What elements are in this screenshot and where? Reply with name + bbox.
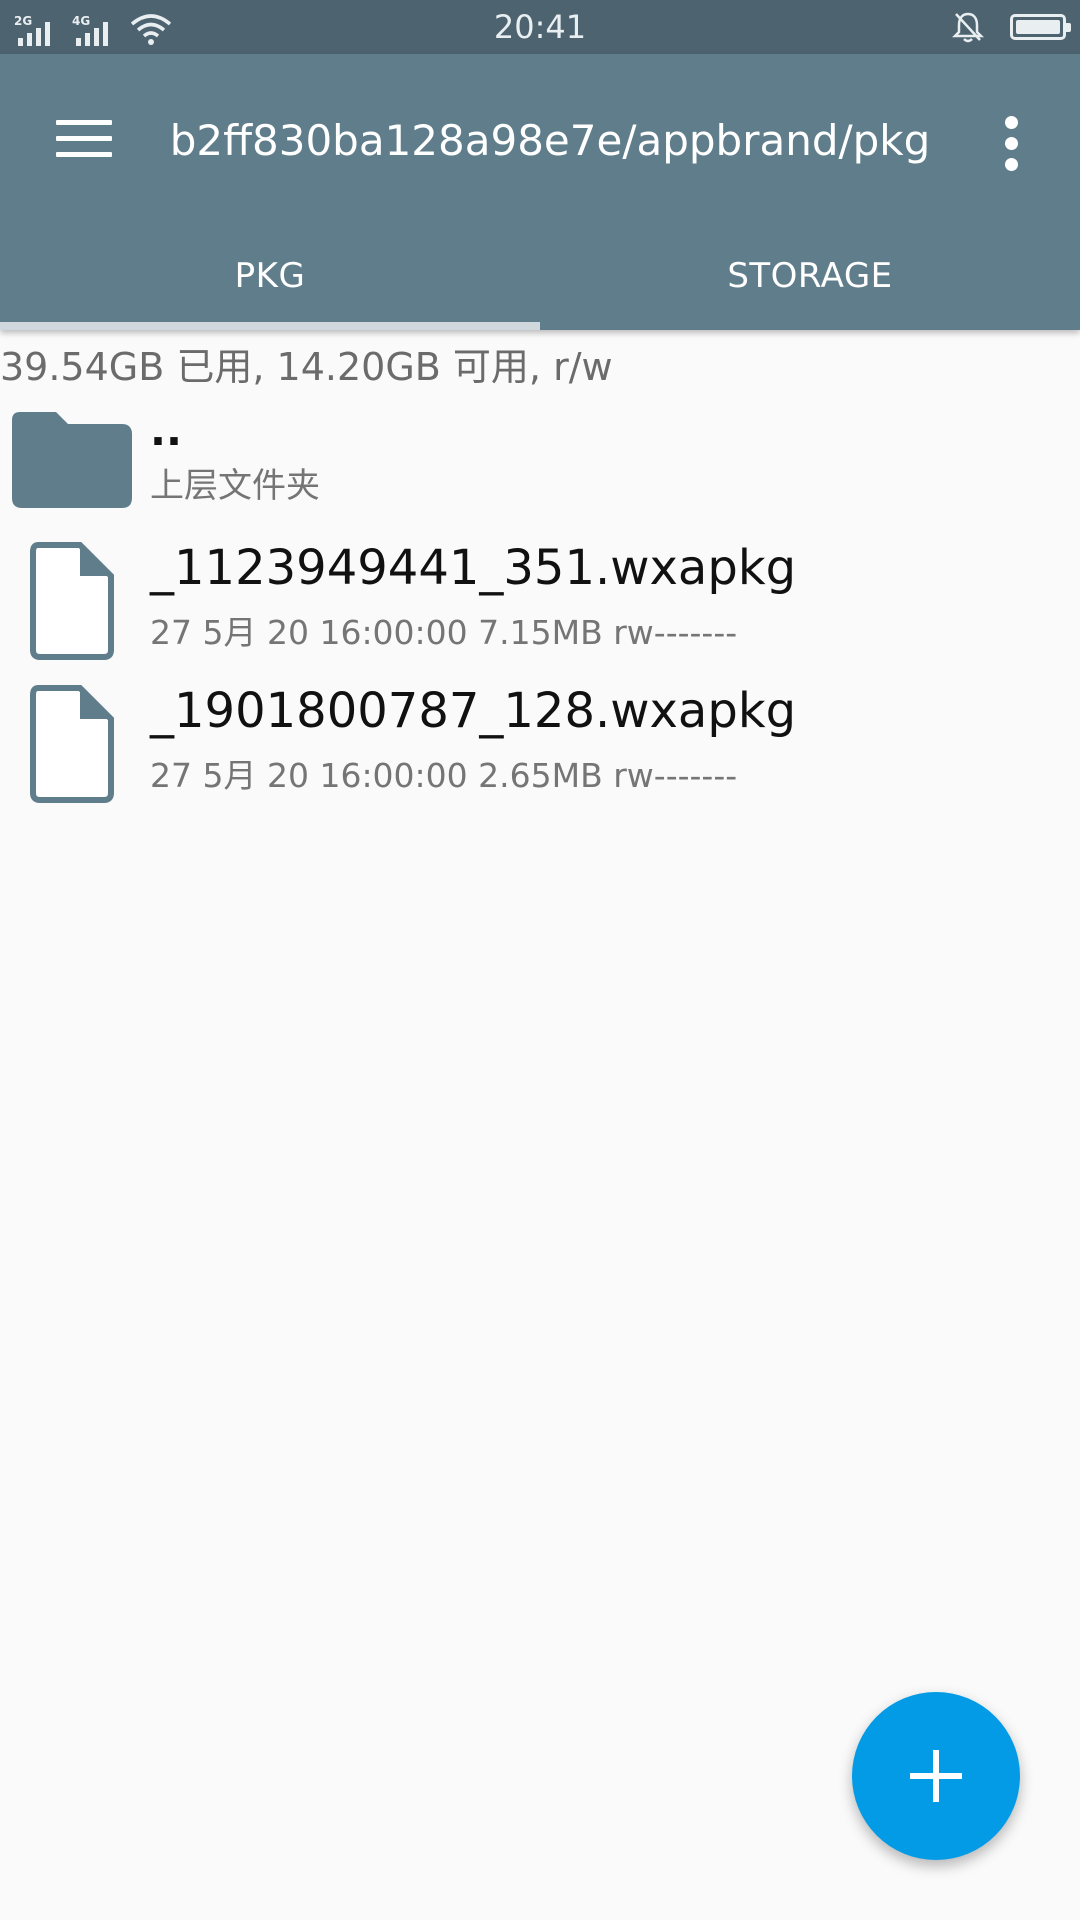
folder-icon (12, 412, 132, 508)
menu-icon[interactable] (48, 116, 120, 176)
status-bar: 2G 4G 20:41 (0, 0, 1080, 54)
file-details: 27 5月 20 16:00:00 7.15MB rw------- (150, 613, 738, 652)
list-item-file[interactable]: _1123949441_351.wxapkg 27 5月 20 16:00:00… (0, 540, 1080, 680)
path-title: b2ff830ba128a98e7e/appbrand/pkg (169, 116, 931, 165)
storage-info: 39.54GB 已用, 14.20GB 可用, r/w (0, 345, 613, 389)
file-name: _1901800787_128.wxapkg (150, 683, 797, 739)
file-icon (30, 685, 114, 803)
status-time: 20:41 (493, 8, 587, 46)
file-subtitle: 上层文件夹 (150, 466, 320, 506)
tab-indicator (0, 322, 540, 330)
status-icons-right (952, 10, 1071, 44)
notifications-off-icon (952, 12, 984, 43)
tab-bar: PKG STORAGE (0, 234, 1080, 330)
file-name: .. (150, 406, 182, 455)
list-item-parent-folder[interactable]: .. 上层文件夹 (0, 400, 1080, 540)
app-bar: b2ff830ba128a98e7e/appbrand/pkg PKG STOR… (0, 54, 1080, 330)
tab-storage[interactable]: STORAGE (540, 234, 1080, 330)
list-item-file[interactable]: _1901800787_128.wxapkg 27 5月 20 16:00:00… (0, 683, 1080, 823)
tab-pkg[interactable]: PKG (0, 234, 540, 330)
file-details: 27 5月 20 16:00:00 2.65MB rw------- (150, 756, 738, 795)
battery-icon (1010, 14, 1071, 40)
file-icon (30, 542, 114, 660)
add-fab-button[interactable] (852, 1692, 1020, 1860)
file-name: _1123949441_351.wxapkg (150, 540, 797, 596)
more-options-icon[interactable] (992, 114, 1032, 178)
